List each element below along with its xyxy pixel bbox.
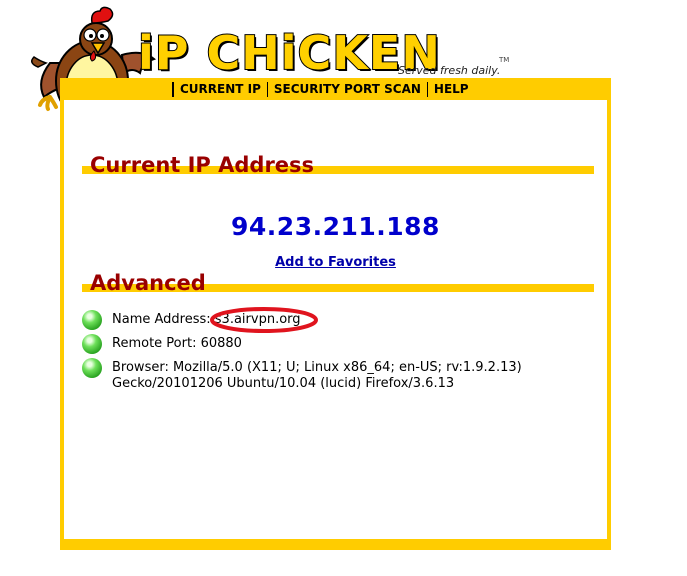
remote-port-text: Remote Port: 60880: [112, 336, 242, 351]
site-logo-text: iP CHiCKEN: [137, 26, 441, 80]
tagline: Served fresh daily.: [398, 64, 501, 77]
top-nav: CURRENT IP SECURITY PORT SCAN HELP: [172, 78, 475, 100]
name-address-label: Name Address:: [112, 312, 215, 327]
green-status-dot-icon: [82, 358, 102, 378]
ip-address-value: 94.23.211.188: [231, 212, 440, 241]
trademark-mark: TM: [499, 56, 510, 64]
nav-current-ip[interactable]: CURRENT IP: [174, 82, 267, 96]
nav-security-port-scan[interactable]: SECURITY PORT SCAN: [268, 82, 427, 96]
current-ip-heading-block: Current IP Address: [82, 146, 594, 176]
name-address-value: s3.airvpn.org: [209, 307, 318, 333]
current-ip-heading: Current IP Address: [90, 153, 315, 177]
advanced-heading: Advanced: [90, 271, 206, 295]
browser-line-1: Browser: Mozilla/5.0 (X11; U; Linux x86_…: [112, 360, 522, 375]
green-status-dot-icon: [82, 334, 102, 354]
browser-line-2: Gecko/20101206 Ubuntu/10.04 (lucid) Fire…: [112, 376, 455, 391]
nav-help[interactable]: HELP: [428, 82, 475, 96]
green-status-dot-icon: [82, 310, 102, 330]
red-annotation-circle: [209, 307, 318, 333]
content-frame: CURRENT IP SECURITY PORT SCAN HELP Curre…: [60, 78, 611, 550]
advanced-heading-block: Advanced: [82, 264, 594, 294]
content-panel: Current IP Address 94.23.211.188 Add to …: [64, 100, 607, 539]
